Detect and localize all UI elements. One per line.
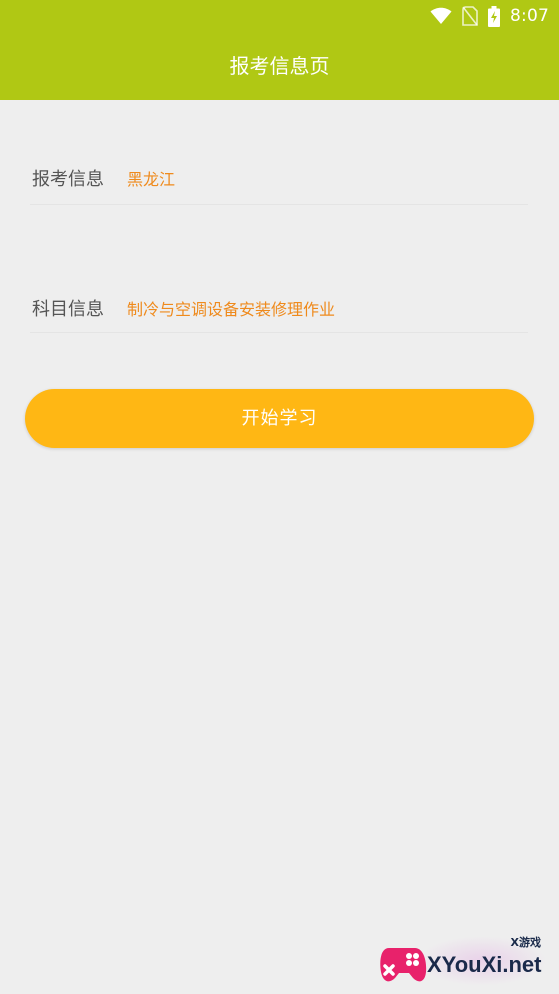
status-bar: 8:07 <box>430 4 549 28</box>
watermark: X游戏 XYouXi.net <box>377 930 555 990</box>
status-time: 8:07 <box>510 6 549 26</box>
subject-info-value[interactable]: 制冷与空调设备安装修理作业 <box>127 297 335 323</box>
exam-info-value[interactable]: 黑龙江 <box>127 168 175 192</box>
exam-info-label: 报考信息 <box>32 169 104 190</box>
battery-charging-icon <box>488 5 501 27</box>
exam-info-row[interactable]: 报考信息 黑龙江 <box>30 160 528 205</box>
watermark-text: XYouXi.net <box>427 952 542 977</box>
watermark-tag: X游戏 <box>510 936 541 949</box>
subject-info-row[interactable]: 科目信息 制冷与空调设备安装修理作业 <box>30 291 528 333</box>
page-title: 报考信息页 <box>229 54 330 78</box>
no-sim-icon <box>462 6 478 26</box>
subject-info-label: 科目信息 <box>32 299 104 320</box>
wifi-icon <box>430 7 452 24</box>
start-study-button[interactable]: 开始学习 <box>25 389 534 448</box>
app-bar: 8:07 报考信息页 <box>0 0 559 100</box>
gamepad-icon <box>380 948 427 982</box>
